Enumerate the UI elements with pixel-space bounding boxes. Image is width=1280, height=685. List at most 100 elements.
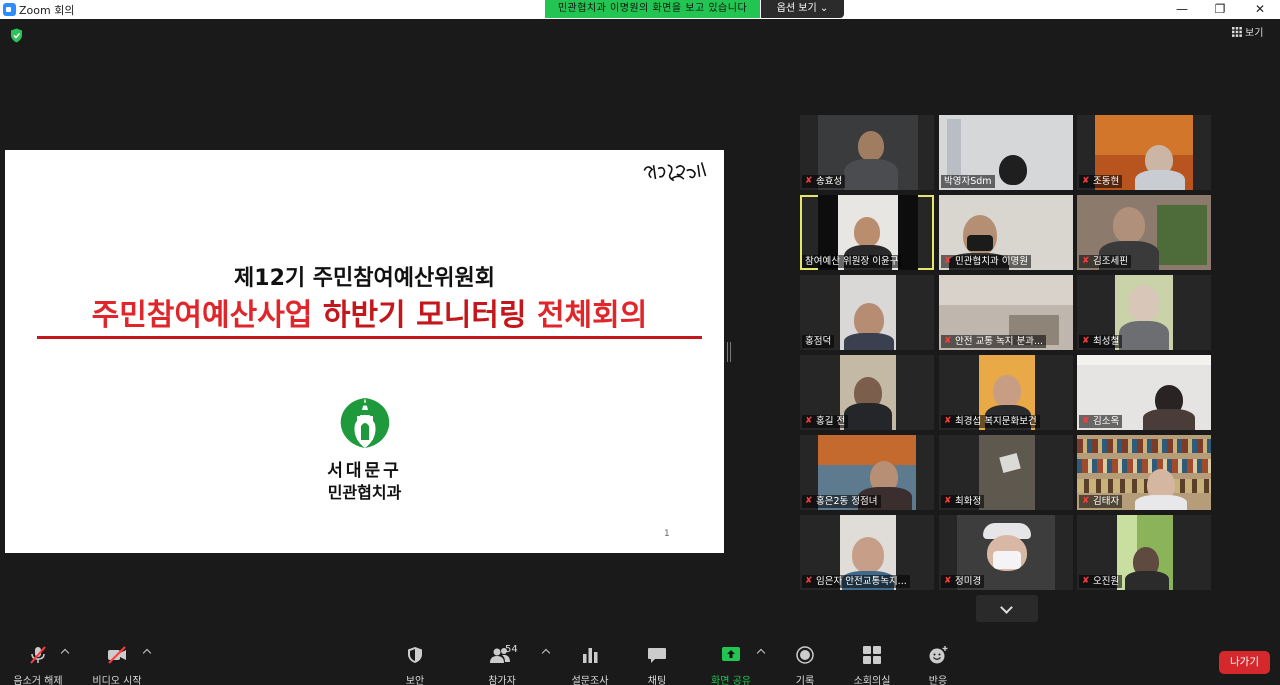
start-video-label: 비디오 시작 xyxy=(92,676,142,685)
participant-tile[interactable]: ✘ 민관협치과 이명원 xyxy=(939,195,1073,270)
participant-tile[interactable]: ✘ 홍은2동 정점녀 xyxy=(800,435,934,510)
video-feed xyxy=(840,355,896,430)
participant-tile[interactable]: ✘ 조동현 xyxy=(1077,115,1211,190)
mic-muted-icon: ✘ xyxy=(944,256,952,266)
participant-name: ✘ 정미경 xyxy=(941,575,985,588)
encryption-shield-icon[interactable] xyxy=(10,28,23,43)
participant-name: ✘ 민관협치과 이명원 xyxy=(941,255,1031,268)
participant-tile[interactable]: ✘ 송효성 xyxy=(800,115,934,190)
participant-tile[interactable]: ✘ 최성철 xyxy=(1077,275,1211,350)
participant-name: ✘ 홍은2동 정점녀 xyxy=(802,495,881,508)
participant-tile[interactable]: ✘ 김조세핀 xyxy=(1077,195,1211,270)
mic-muted-icon: ✘ xyxy=(944,496,952,506)
participant-name: 참여예산 위원장 이윤구 xyxy=(802,255,902,268)
view-button-label: 보기 xyxy=(1245,28,1264,39)
participant-tile[interactable]: ✘ 김태자 xyxy=(1077,435,1211,510)
gallery-view-button[interactable]: 보기 xyxy=(1232,25,1272,42)
participant-name: ✘ 임은자 안전교통녹지... xyxy=(802,575,910,588)
start-video-button[interactable]: 비디오 시작 xyxy=(88,646,146,685)
mic-muted-icon: ✘ xyxy=(1082,336,1090,346)
participant-name: 박영자Sdm xyxy=(941,175,995,188)
participant-name: 홍점덕 xyxy=(802,335,835,348)
security-label: 보안 xyxy=(405,676,425,685)
breakout-rooms-label: 소회의실 xyxy=(853,676,891,685)
participant-tile[interactable]: ✘ 오진원 xyxy=(1077,515,1211,590)
view-options-button[interactable]: 옵션 보기 ⌄ xyxy=(761,0,844,18)
share-screen-label: 화면 공유 xyxy=(711,676,751,685)
participant-tile[interactable]: ✘ 김소옥 xyxy=(1077,355,1211,430)
signature-logo-icon xyxy=(643,162,707,182)
screen-share-banner: 민관협치과 이명원의 화면을 보고 있습니다 xyxy=(545,0,760,18)
participants-button[interactable]: 54 참가자 xyxy=(478,644,526,685)
video-feed xyxy=(1115,275,1173,350)
mic-muted-icon: ✘ xyxy=(1082,176,1090,186)
mic-muted-icon: ✘ xyxy=(805,176,813,186)
record-button[interactable]: 기록 xyxy=(787,646,823,685)
reactions-label: 반응 xyxy=(928,676,948,685)
seodaemun-emblem-icon xyxy=(340,398,390,448)
breakout-rooms-icon xyxy=(863,646,881,664)
participants-options-caret[interactable] xyxy=(541,648,551,658)
polls-button[interactable]: 설문조사 xyxy=(566,646,614,685)
participant-name: ✘ 최화정 xyxy=(941,495,985,508)
mic-muted-icon: ✘ xyxy=(944,336,952,346)
mic-muted-icon: ✘ xyxy=(944,576,952,586)
maximize-button[interactable]: ❐ xyxy=(1200,0,1240,19)
unmute-button[interactable]: 음소거 해제 xyxy=(8,646,68,685)
participant-tile[interactable]: ✘ 정미경 xyxy=(939,515,1073,590)
participants-count: 54 xyxy=(505,644,518,655)
share-screen-button[interactable]: 화면 공유 xyxy=(705,646,757,685)
participants-label: 참가자 xyxy=(488,676,516,685)
mic-muted-icon: ✘ xyxy=(1082,576,1090,586)
mic-muted-icon: ✘ xyxy=(805,416,813,426)
poll-chart-icon xyxy=(583,648,598,663)
participant-name: ✘ 김태자 xyxy=(1079,495,1123,508)
share-options-caret[interactable] xyxy=(756,648,766,658)
participant-name: ✘ 송효성 xyxy=(802,175,846,188)
slide-signature-logo xyxy=(639,153,715,195)
video-feed xyxy=(1117,515,1173,590)
mic-muted-icon: ✘ xyxy=(1082,496,1090,506)
participant-tile[interactable]: ✘ 최화정 xyxy=(939,435,1073,510)
participant-name: ✘ 홍길 전 xyxy=(802,415,849,428)
reactions-button[interactable]: 반응 xyxy=(920,646,956,685)
participant-tile[interactable]: ✘ 홍길 전 xyxy=(800,355,934,430)
mic-muted-icon: ✘ xyxy=(805,576,813,586)
participant-name: ✘ 김소옥 xyxy=(1079,415,1123,428)
slide-title-part3: 전체회의 xyxy=(526,298,648,333)
participant-tile[interactable]: ✘ 임은자 안전교통녹지... xyxy=(800,515,934,590)
close-button[interactable]: ✕ xyxy=(1240,0,1280,19)
minimize-button[interactable]: — xyxy=(1162,0,1202,19)
unmute-label: 음소거 해제 xyxy=(13,676,63,685)
window-title: Zoom 회의 xyxy=(19,4,75,17)
record-icon xyxy=(796,646,814,664)
participant-gallery: ✘ 송효성 박영자Sdm ✘ 조동현 참여예산 위원장 이윤구 ✘ 민관협치과 … xyxy=(800,115,1212,590)
slide-org-name: 서대문구 xyxy=(327,461,402,481)
participant-name: ✘ 김조세핀 xyxy=(1079,255,1131,268)
slide-title-part1: 주민참여예산사업 xyxy=(91,298,323,333)
participant-tile-active-speaker[interactable]: 참여예산 위원장 이윤구 xyxy=(800,195,934,270)
shield-icon xyxy=(408,647,422,663)
smiley-add-icon xyxy=(929,646,948,664)
participant-tile[interactable]: 박영자Sdm xyxy=(939,115,1073,190)
participant-tile[interactable]: ✘ 최경섭 복지문화보건 xyxy=(939,355,1073,430)
gallery-next-page-button[interactable] xyxy=(976,595,1038,622)
chat-button[interactable]: 채팅 xyxy=(638,646,676,685)
security-button[interactable]: 보안 xyxy=(395,646,435,685)
participant-tile[interactable]: 홍점덕 xyxy=(800,275,934,350)
slide-title-line2: 주민참여예산사업 하반기 모니터링 전체회의 xyxy=(37,290,702,339)
participant-name: ✘ 최경섭 복지문화보건 xyxy=(941,415,1040,428)
participant-name: ✘ 안전 교통 녹지 분과... xyxy=(941,335,1047,348)
breakout-rooms-button[interactable]: 소회의실 xyxy=(848,646,896,685)
participant-tile[interactable]: ✘ 안전 교통 녹지 분과... xyxy=(939,275,1073,350)
slide-page-number: 1 xyxy=(664,529,670,539)
participant-name: ✘ 조동현 xyxy=(1079,175,1123,188)
leave-meeting-button[interactable]: 나가기 xyxy=(1219,651,1270,674)
slide-org-department: 민관협치과 xyxy=(327,483,402,502)
participant-name: ✘ 오진원 xyxy=(1079,575,1123,588)
mic-muted-icon: ✘ xyxy=(805,496,813,506)
panel-splitter-handle[interactable] xyxy=(727,342,731,362)
polls-label: 설문조사 xyxy=(571,676,609,685)
video-off-icon xyxy=(108,646,126,664)
video-feed xyxy=(840,275,896,350)
